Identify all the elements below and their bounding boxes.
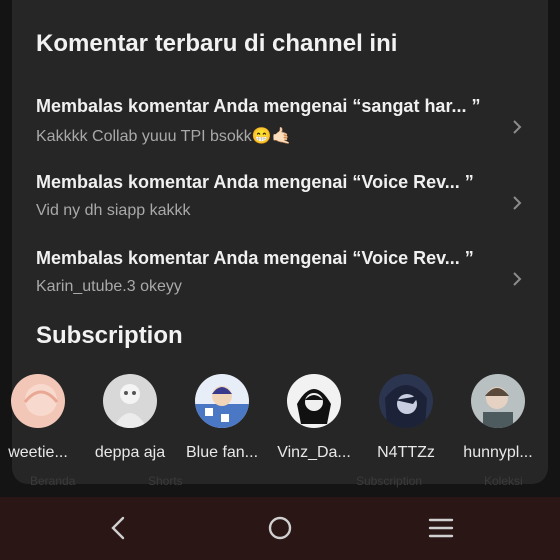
system-nav-bar xyxy=(0,497,560,560)
chevron-right-icon xyxy=(513,120,522,134)
comment-snippet: Kakkkk Collab yuuu TPI bsokk😁🤙🏻 xyxy=(36,128,292,145)
channel-name: N4TTZz xyxy=(377,444,435,461)
chevron-right-icon xyxy=(513,272,522,286)
channel-name: Blue fan... xyxy=(185,444,259,461)
channel-avatar xyxy=(195,374,249,428)
channel-item[interactable]: weetie... xyxy=(0,374,80,462)
tab-library[interactable]: Koleksi xyxy=(484,474,523,488)
channel-avatar xyxy=(287,374,341,428)
channel-name: deppa aja xyxy=(94,444,166,461)
channel-item[interactable]: hunnypl... xyxy=(456,374,540,462)
subscription-heading: Subscription xyxy=(36,322,183,349)
channel-item[interactable]: Blue fan... xyxy=(180,374,264,462)
channel-item[interactable]: deppa aja xyxy=(88,374,172,462)
tab-home[interactable]: Beranda xyxy=(30,474,75,488)
comment-title: Membalas komentar Anda mengenai “sangat … xyxy=(36,96,481,116)
channel-avatar xyxy=(471,374,525,428)
comment-title: Membalas komentar Anda mengenai “Voice R… xyxy=(36,248,474,268)
comment-snippet: Vid ny dh siapp kakkk xyxy=(36,202,191,219)
comment-title: Membalas komentar Anda mengenai “Voice R… xyxy=(36,172,474,192)
channel-item[interactable]: Vinz_Da... xyxy=(272,374,356,462)
tab-subscriptions[interactable]: Subscription xyxy=(356,474,422,488)
channel-avatar xyxy=(379,374,433,428)
channel-name: Vinz_Da... xyxy=(277,444,351,461)
chevron-right-icon xyxy=(513,196,522,210)
tab-shorts[interactable]: Shorts xyxy=(148,474,183,488)
comment-item[interactable]: Membalas komentar Anda mengenai “sangat … xyxy=(12,96,548,168)
home-icon[interactable] xyxy=(263,511,297,545)
channel-item[interactable]: N4TTZz xyxy=(364,374,448,462)
channel-avatar xyxy=(103,374,157,428)
back-icon[interactable] xyxy=(102,511,136,545)
comment-snippet: Karin_utube.3 okeyy xyxy=(36,278,182,295)
comment-item[interactable]: Membalas komentar Anda mengenai “Voice R… xyxy=(12,248,548,320)
channel-name: weetie... xyxy=(8,444,68,461)
recents-icon[interactable] xyxy=(424,511,458,545)
comment-item[interactable]: Membalas komentar Anda mengenai “Voice R… xyxy=(12,172,548,244)
recent-comments-heading: Komentar terbaru di channel ini xyxy=(36,30,398,57)
channel-name: hunnypl... xyxy=(463,444,533,461)
channel-avatar xyxy=(11,374,65,428)
